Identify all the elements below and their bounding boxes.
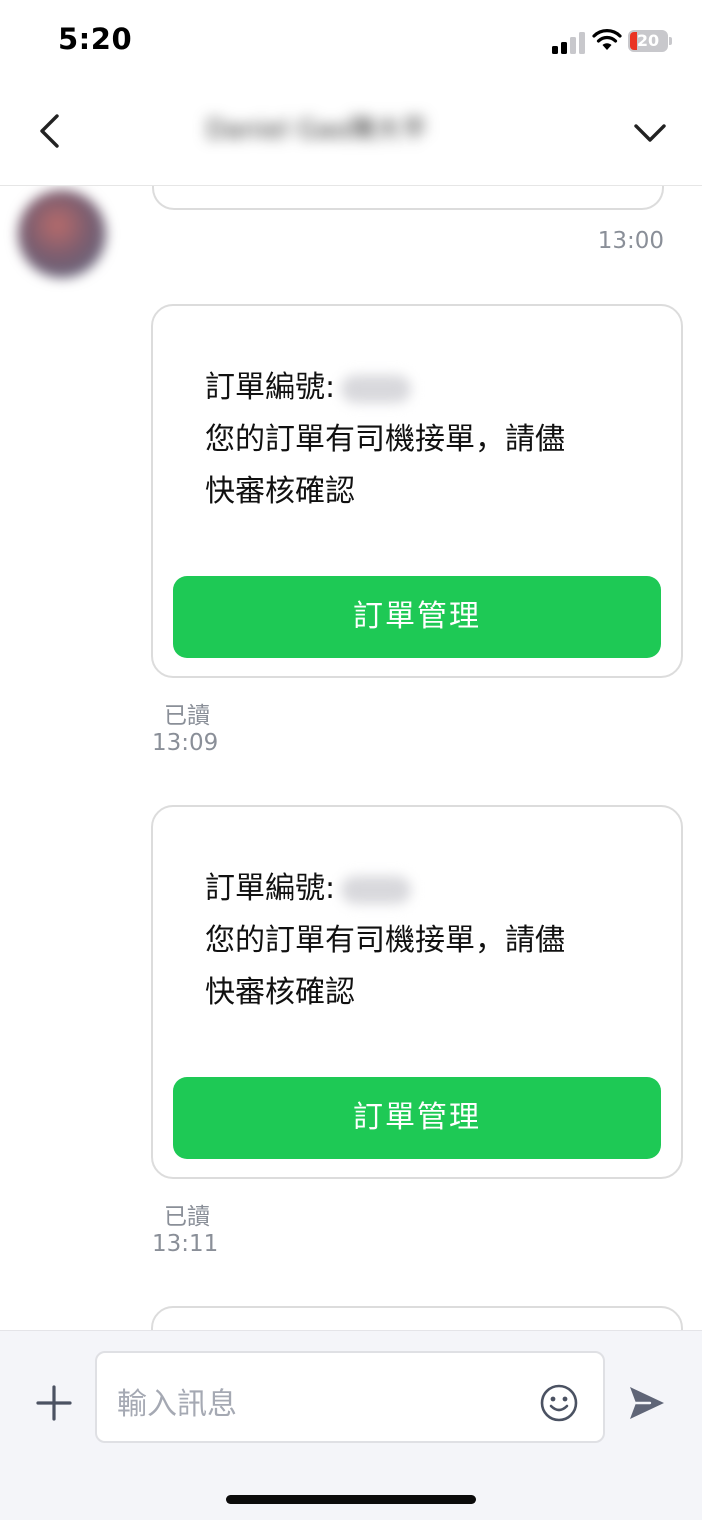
order-management-button[interactable]: 訂單管理 — [173, 1077, 661, 1159]
chat-title[interactable]: Daniel Gao陳大平 — [206, 110, 496, 150]
order-message-card: 訂單編號: 您的訂單有司機接單，請儘 快審核確認 訂單管理 — [151, 805, 683, 1179]
battery-tip — [669, 37, 672, 45]
order-number-label: 訂單編號: — [205, 370, 336, 405]
message-input-placeholder: 輸入訊息 — [117, 1387, 237, 1422]
read-receipt: 已讀 — [164, 703, 210, 729]
battery-percentage: 20 — [636, 31, 660, 50]
order-message-card: 訂單編號: 您的訂單有司機接單，請儘 快審核確認 訂單管理 — [151, 304, 683, 678]
plus-icon[interactable] — [34, 1383, 74, 1423]
message-body-line: 您的訂單有司機接單，請儘 — [205, 923, 565, 958]
signal-icon — [552, 32, 585, 54]
message-time: 13:11 — [152, 1231, 219, 1257]
message-composer: 輸入訊息 — [0, 1330, 702, 1520]
order-management-button[interactable]: 訂單管理 — [173, 576, 661, 658]
chevron-down-icon[interactable] — [628, 114, 672, 150]
read-receipt: 已讀 — [164, 1204, 210, 1230]
avatar[interactable] — [18, 190, 106, 278]
previous-message-bubble — [152, 186, 664, 210]
order-number-label: 訂單編號: — [205, 871, 336, 906]
message-time: 13:09 — [152, 730, 219, 756]
next-message-card — [151, 1306, 683, 1330]
message-input[interactable]: 輸入訊息 — [95, 1351, 605, 1443]
home-indicator — [226, 1495, 476, 1504]
wifi-icon — [592, 29, 622, 50]
send-icon[interactable] — [626, 1383, 668, 1423]
order-number-value — [341, 374, 412, 403]
order-number-line: 訂單編號: — [205, 362, 412, 406]
status-bar: 5:20 20 — [0, 0, 702, 84]
message-body-line: 快審核確認 — [205, 975, 355, 1010]
chevron-left-icon[interactable] — [30, 110, 70, 152]
status-time: 5:20 — [58, 22, 133, 56]
chat-header: Daniel Gao陳大平 — [0, 84, 702, 186]
order-number-value — [341, 875, 412, 904]
message-body-line: 您的訂單有司機接單，請儘 — [205, 422, 565, 457]
chat-message-list[interactable]: 13:00 訂單編號: 您的訂單有司機接單，請儘 快審核確認 訂單管理 已讀 1… — [0, 186, 702, 1330]
previous-message-time: 13:00 — [597, 228, 664, 254]
order-number-line: 訂單編號: — [205, 863, 412, 907]
battery-icon: 20 — [628, 30, 668, 52]
message-body-line: 快審核確認 — [205, 474, 355, 509]
smiley-icon[interactable] — [539, 1383, 579, 1423]
